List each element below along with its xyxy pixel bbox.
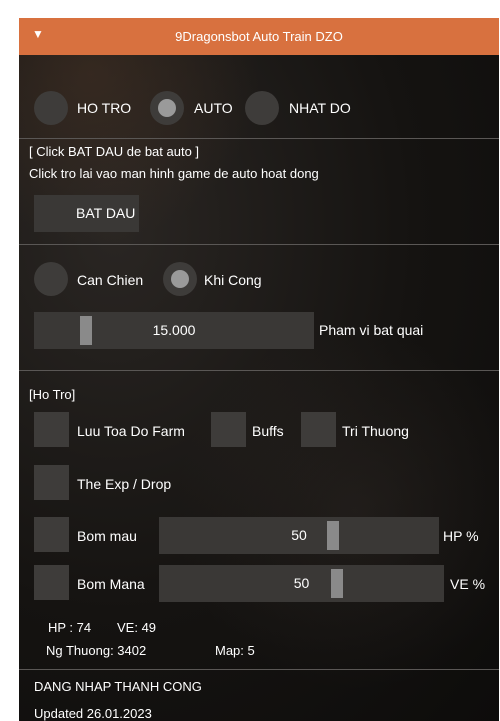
bot-window: ▼ 9Dragonsbot Auto Train DZO HO TRO AUTO… [19, 18, 499, 721]
divider [19, 370, 499, 371]
checkbox-the-exp-drop[interactable] [34, 465, 69, 500]
checkbox-bom-mau[interactable] [34, 517, 69, 552]
mode-label-ho-tro: HO TRO [77, 100, 132, 116]
info-line-1: [ Click BAT DAU de bat auto ] [29, 144, 200, 159]
checkbox-luu-toa-do-farm[interactable] [34, 412, 69, 447]
hp-potion-slider[interactable]: 50 [159, 517, 439, 554]
attack-radio-khi-cong[interactable] [163, 262, 197, 296]
stat-map: Map: 5 [215, 643, 255, 658]
checkbox-bom-mana[interactable] [34, 565, 69, 600]
label-the-exp-drop: The Exp / Drop [77, 476, 172, 492]
status-message: DANG NHAP THANH CONG [34, 679, 202, 694]
stat-ng-thuong: Ng Thuong: 3402 [46, 643, 147, 658]
mode-label-nhat-do: NHAT DO [289, 100, 351, 116]
attack-radio-can-chien[interactable] [34, 262, 68, 296]
label-luu-toa-do-farm: Luu Toa Do Farm [77, 423, 185, 439]
attack-label-can-chien: Can Chien [77, 272, 144, 288]
label-bom-mana: Bom Mana [77, 576, 145, 592]
updated-date: Updated 26.01.2023 [34, 706, 152, 721]
collapse-arrow-icon[interactable]: ▼ [32, 27, 44, 41]
mana-potion-slider[interactable]: 50 [159, 565, 444, 602]
start-button-label: BAT DAU [76, 205, 136, 221]
attack-label-khi-cong: Khi Cong [204, 272, 262, 288]
mana-potion-value: 50 [293, 575, 310, 591]
label-tri-thuong: Tri Thuong [342, 423, 409, 439]
info-line-2: Click tro lai vao man hinh game de auto … [29, 166, 319, 181]
stat-ve: VE: 49 [117, 620, 157, 635]
label-bom-mau: Bom mau [77, 528, 137, 544]
checkbox-buffs[interactable] [211, 412, 246, 447]
mana-potion-unit: VE % [450, 576, 486, 592]
mode-radio-auto[interactable] [150, 91, 184, 125]
hp-potion-value: 50 [291, 527, 307, 543]
label-buffs: Buffs [252, 423, 284, 439]
divider [19, 138, 499, 139]
support-header: [Ho Tro] [29, 387, 76, 402]
range-slider[interactable]: 15.000 [34, 312, 314, 349]
start-button[interactable]: BAT DAU [34, 195, 139, 232]
window-title: 9Dragonsbot Auto Train DZO [175, 29, 343, 44]
range-label: Pham vi bat quai [319, 322, 424, 338]
mode-radio-ho-tro[interactable] [34, 91, 68, 125]
title-bar[interactable]: ▼ 9Dragonsbot Auto Train DZO [19, 18, 499, 55]
checkbox-tri-thuong[interactable] [301, 412, 336, 447]
mode-label-auto: AUTO [194, 100, 233, 116]
stat-hp: HP : 74 [48, 620, 92, 635]
hp-potion-unit: HP % [443, 528, 479, 544]
range-value: 15.000 [152, 322, 196, 338]
mode-radio-nhat-do[interactable] [245, 91, 279, 125]
divider [19, 669, 499, 670]
divider [19, 244, 499, 245]
